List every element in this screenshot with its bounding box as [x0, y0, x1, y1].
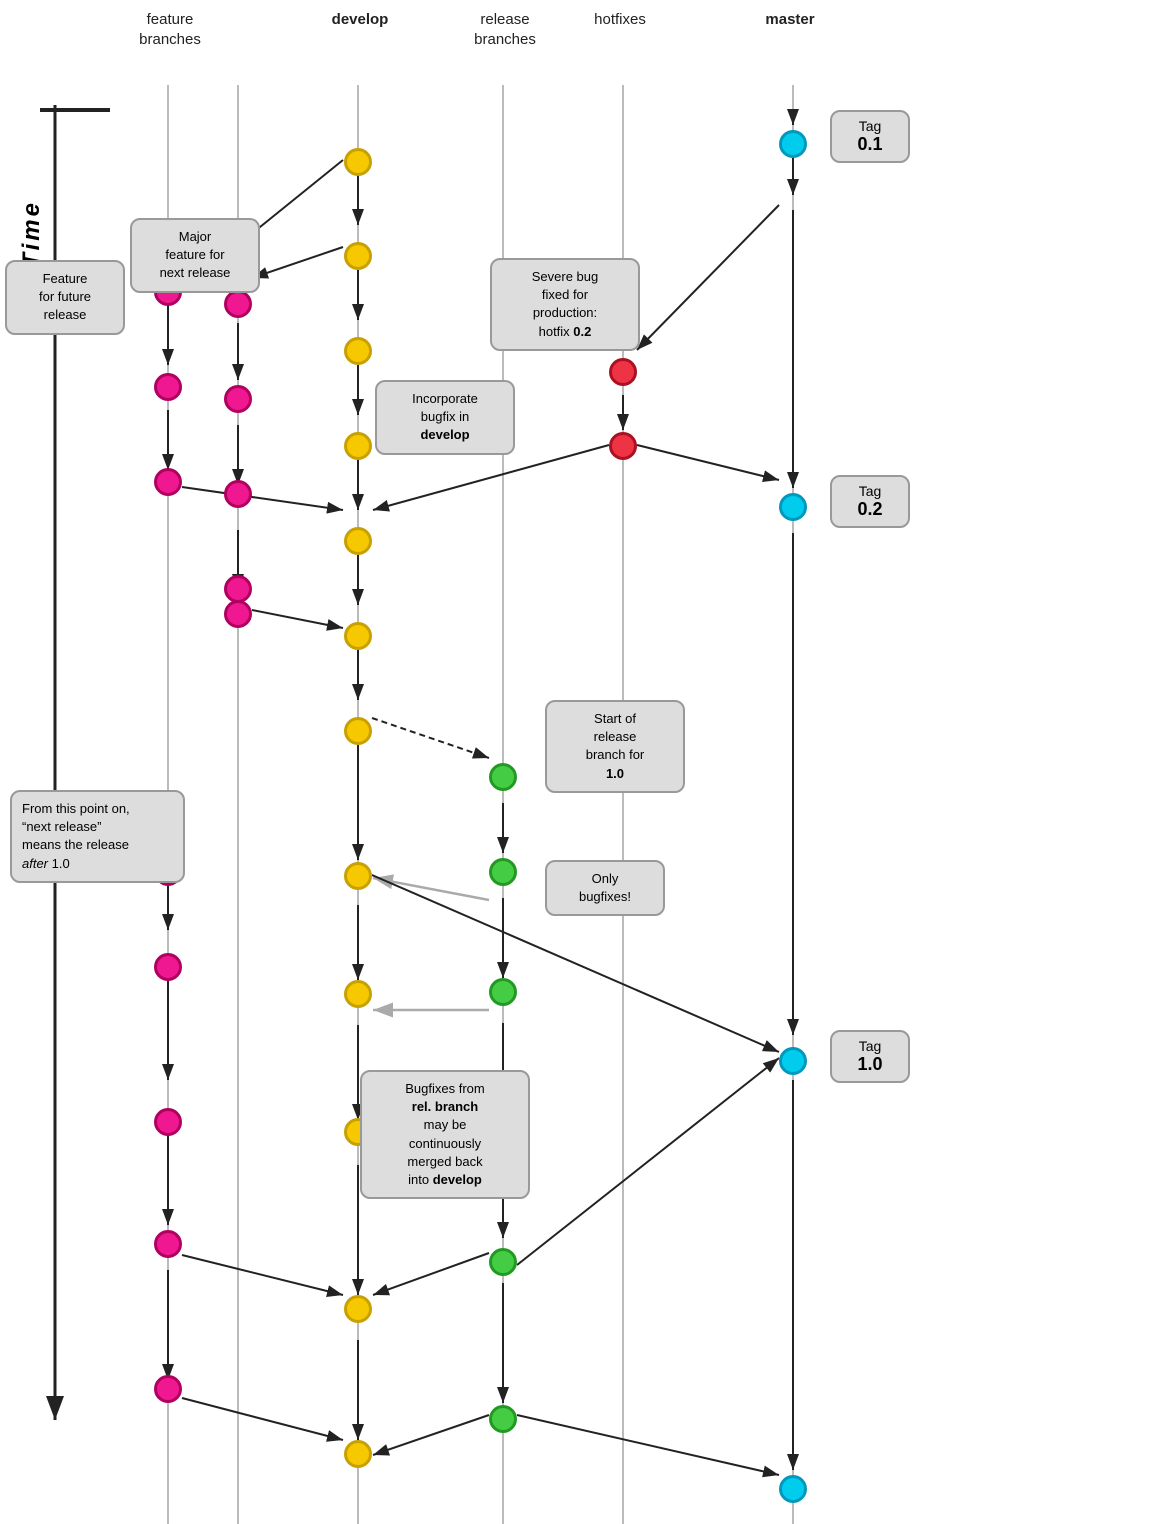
release-node-5 [489, 1248, 517, 1276]
hotfix-node-2 [609, 432, 637, 460]
feature1-node-3 [154, 468, 182, 496]
master-node-1 [779, 130, 807, 158]
tag-10-value: 1.0 [844, 1054, 896, 1075]
develop-node-3 [344, 337, 372, 365]
release-node-2 [489, 858, 517, 886]
master-node-3 [779, 1047, 807, 1075]
develop-node-8 [344, 862, 372, 890]
feature1-node-5 [154, 953, 182, 981]
header-hotfixes: hotfixes [570, 10, 670, 30]
develop-node-9 [344, 980, 372, 1008]
develop-node-2 [344, 242, 372, 270]
release-node-1 [489, 763, 517, 791]
develop-node-12 [344, 1440, 372, 1468]
header-develop: develop [310, 10, 410, 30]
tag-10-label: Tag [859, 1038, 882, 1054]
develop-node-1 [344, 148, 372, 176]
header-feature-branches: feature branches [120, 10, 220, 49]
feature2-node-5 [224, 600, 252, 628]
feature2-node-4 [224, 575, 252, 603]
release-node-3 [489, 978, 517, 1006]
feature1-node-7 [154, 1230, 182, 1258]
callout-bugfixes-merged: Bugfixes fromrel. branchmay becontinuous… [360, 1070, 530, 1199]
callout-incorporate-bugfix: Incorporatebugfix indevelop [375, 380, 515, 455]
callout-severe-bug: Severe bugfixed forproduction:hotfix 0.2 [490, 258, 640, 351]
callout-major-feature: Majorfeature fornext release [130, 218, 260, 293]
hotfix-node-1 [609, 358, 637, 386]
master-node-2 [779, 493, 807, 521]
tag-01-label: Tag [859, 118, 882, 134]
feature1-node-2 [154, 373, 182, 401]
tag-02-label: Tag [859, 483, 882, 499]
feature1-node-6 [154, 1108, 182, 1136]
develop-node-11 [344, 1295, 372, 1323]
header-release-branches: releasebranches [440, 10, 570, 49]
develop-node-5 [344, 527, 372, 555]
feature2-node-3 [224, 480, 252, 508]
develop-node-4 [344, 432, 372, 460]
release-node-6 [489, 1405, 517, 1433]
tag-01-value: 0.1 [844, 134, 896, 155]
callout-next-release: From this point on,“next release”means t… [10, 790, 185, 883]
callout-start-release: Start ofreleasebranch for1.0 [545, 700, 685, 793]
callout-feature-future: Featurefor futurerelease [5, 260, 125, 335]
feature1-node-8 [154, 1375, 182, 1403]
tag-02-box: Tag 0.2 [830, 475, 910, 528]
diagram: feature branches develop releasebranches… [0, 0, 1150, 1524]
tag-01-box: Tag 0.1 [830, 110, 910, 163]
develop-node-7 [344, 717, 372, 745]
develop-node-6 [344, 622, 372, 650]
master-node-4 [779, 1475, 807, 1503]
feature2-node-1 [224, 290, 252, 318]
tag-10-box: Tag 1.0 [830, 1030, 910, 1083]
time-label: Time [18, 200, 46, 268]
header-master: master [740, 10, 840, 30]
feature2-node-2 [224, 385, 252, 413]
callout-only-bugfixes: Onlybugfixes! [545, 860, 665, 916]
tag-02-value: 0.2 [844, 499, 896, 520]
